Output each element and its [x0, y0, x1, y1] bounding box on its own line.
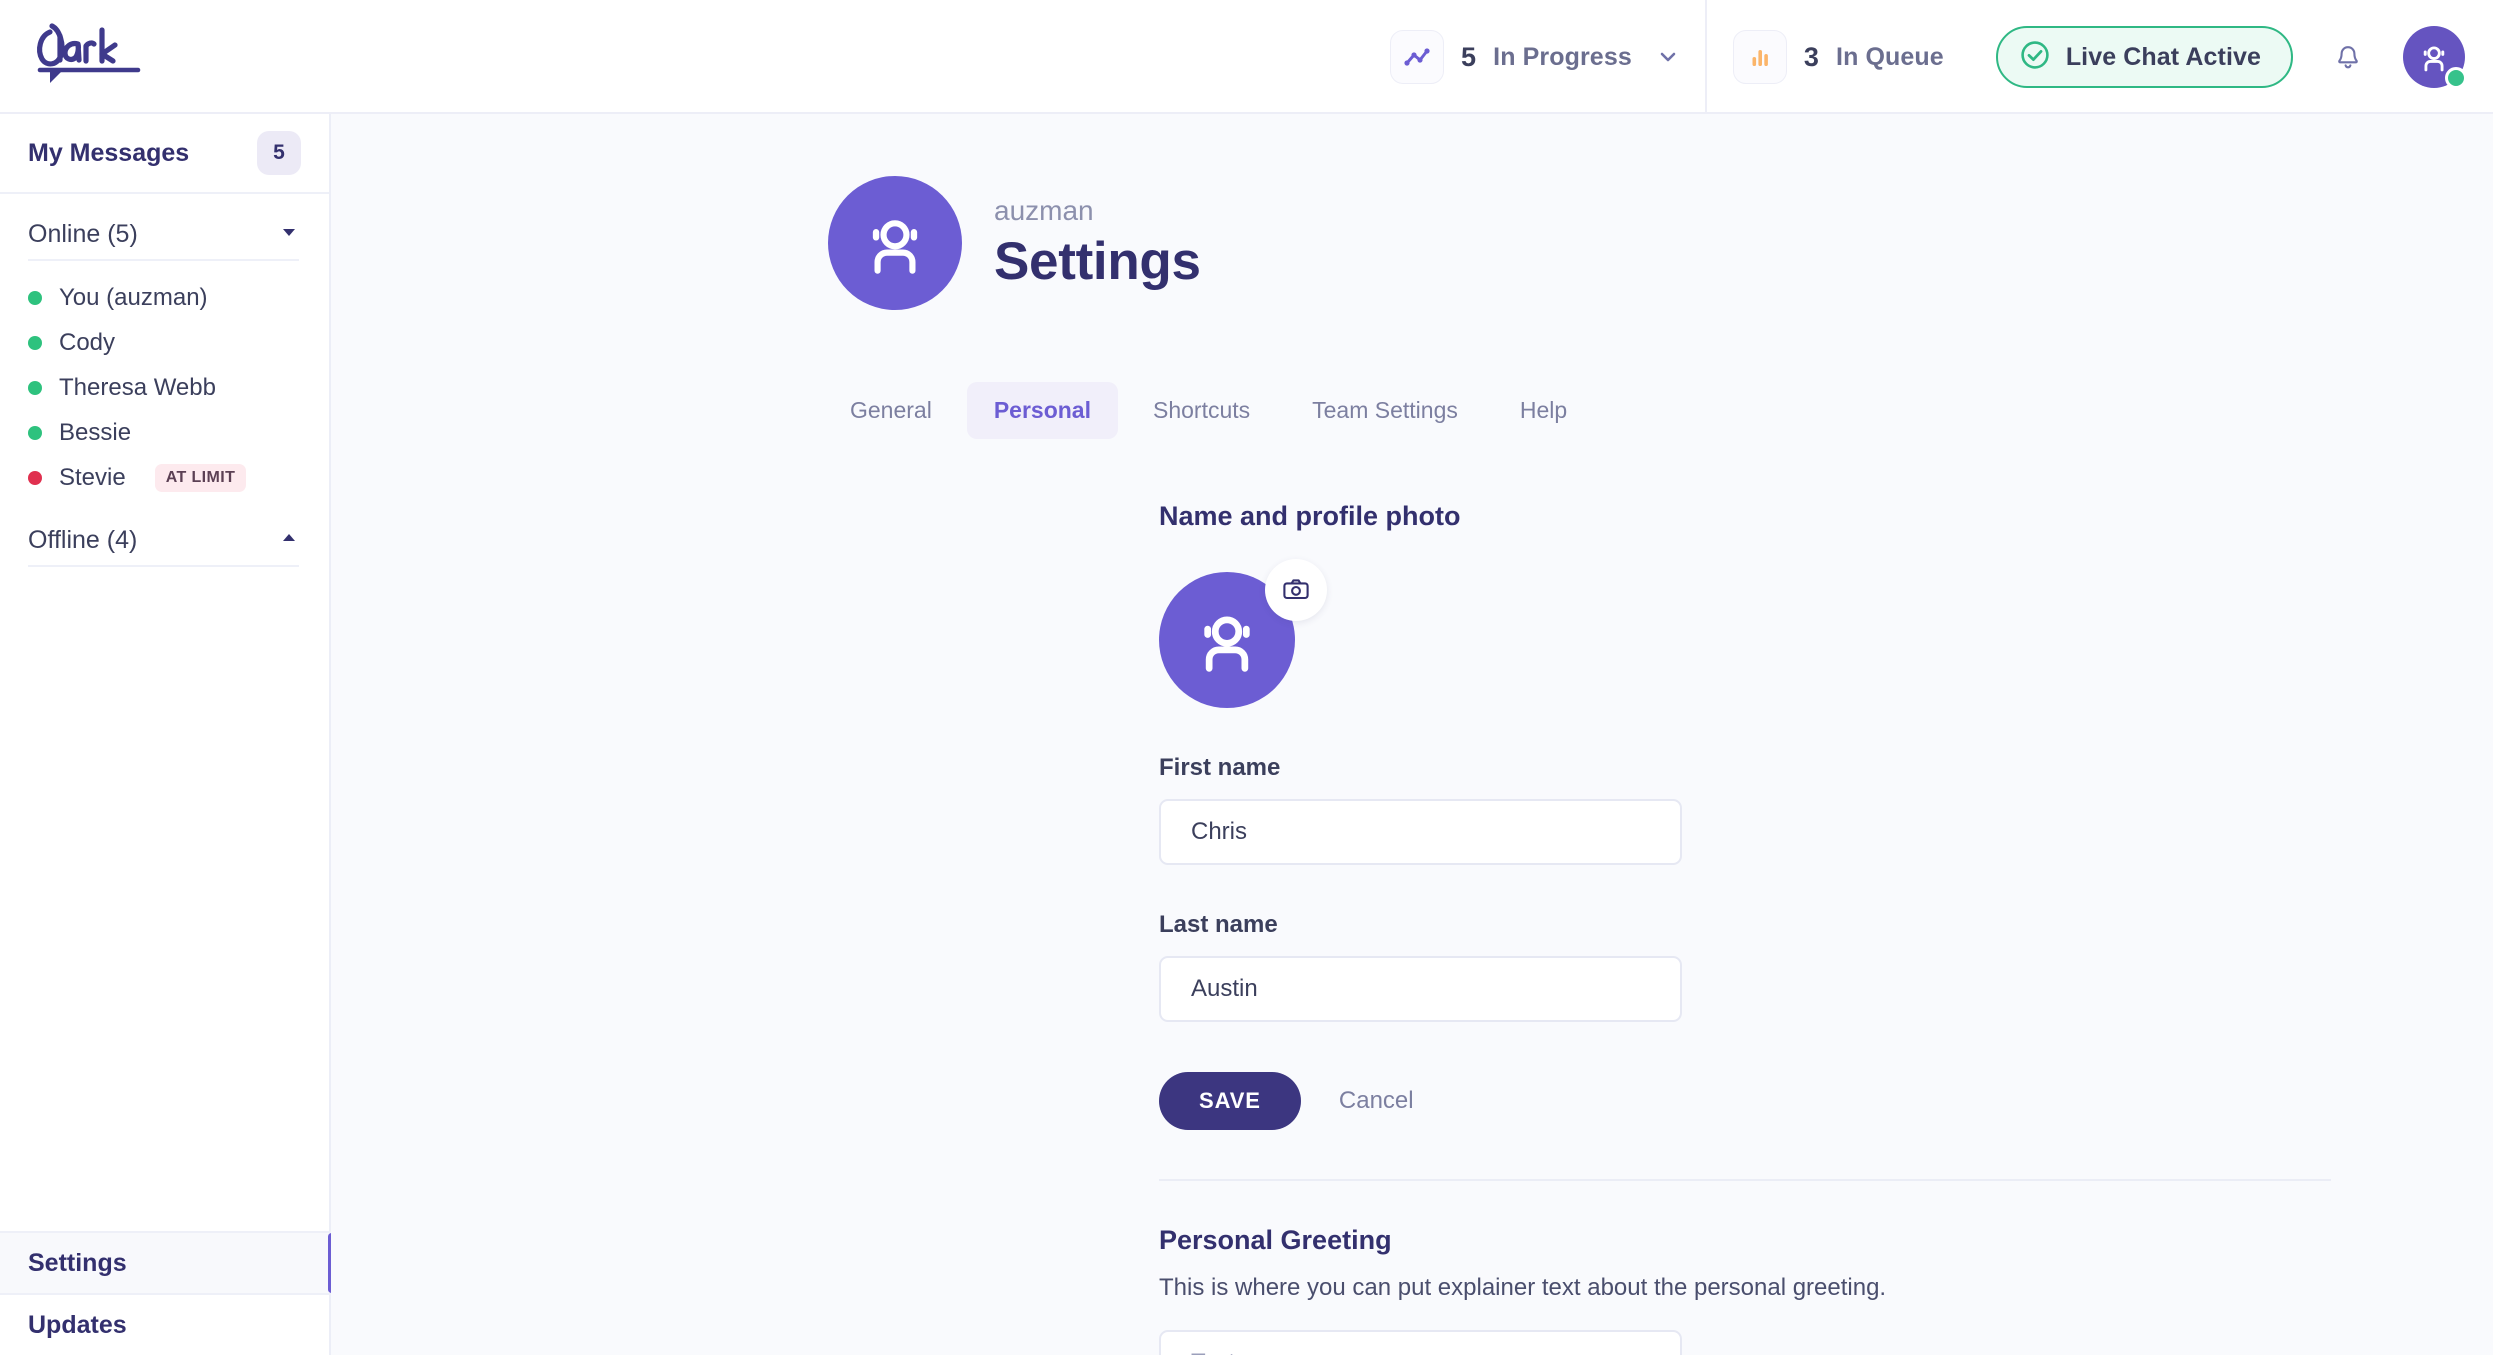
camera-icon	[1283, 579, 1309, 600]
presence-dot	[28, 425, 42, 440]
account-avatar[interactable]	[2403, 26, 2467, 89]
in-progress-count: 5	[1460, 41, 1477, 72]
sidebar: My Messages 5 Online (5) You (auzman) Co…	[0, 114, 335, 1355]
in-queue-count: 3	[1803, 41, 1820, 72]
person-name: Theresa Webb	[59, 373, 216, 401]
sidebar-group-online-title: Online (5)	[28, 220, 138, 248]
settings-tabs: General Personal Shortcuts Team Settings…	[331, 310, 2493, 439]
person-name: Bessie	[59, 418, 132, 446]
status-badge: AT LIMIT	[154, 463, 247, 492]
tab-shortcuts[interactable]: Shortcuts	[1126, 382, 1277, 439]
person-name: You (auzman)	[59, 283, 208, 311]
sidebar-item-label: Updates	[28, 1310, 127, 1339]
sidebar-item-label: Settings	[28, 1248, 127, 1277]
person-headset-icon	[1204, 616, 1250, 672]
last-name-field[interactable]: Austin	[1159, 956, 1682, 1022]
sidebar-group-online-header[interactable]: Online (5)	[0, 194, 329, 259]
person-name: Cody	[59, 328, 116, 356]
profile-photo-block	[1159, 559, 1327, 708]
presence-dot-online	[2445, 67, 2467, 89]
in-queue-label: In Queue	[1836, 42, 1944, 71]
sidebar-item-my-messages[interactable]: My Messages 5	[0, 114, 329, 194]
sidebar-bottom-nav: Settings Updates	[0, 1231, 335, 1355]
sidebar-group-online: Online (5) You (auzman) Cody Theresa Web…	[0, 194, 329, 500]
list-item[interactable]: Theresa Webb	[0, 365, 329, 410]
last-name-label: Last name	[1159, 911, 1278, 938]
live-chat-status-label: Live Chat Active	[2065, 42, 2261, 71]
list-item[interactable]: Bessie	[0, 410, 329, 455]
person-headset-icon	[872, 220, 918, 274]
presence-dot	[28, 290, 42, 305]
change-photo-button[interactable]	[1265, 559, 1327, 621]
chevron-up-icon[interactable]	[279, 528, 299, 553]
presence-dot	[28, 335, 42, 350]
list-item[interactable]: You (auzman)	[0, 275, 329, 320]
check-circle-icon	[2020, 40, 2050, 75]
sidebar-group-offline: Offline (4)	[0, 500, 329, 567]
in-progress-label: In Progress	[1493, 42, 1632, 71]
list-item[interactable]: Cody	[0, 320, 329, 365]
chevron-down-icon[interactable]	[279, 222, 299, 247]
personal-greeting-description: This is where you can put explainer text…	[1159, 1274, 1887, 1301]
tab-personal[interactable]: Personal	[966, 382, 1118, 439]
sidebar-online-people-list: You (auzman) Cody Theresa Webb Bessie St…	[0, 261, 329, 500]
stat-in-progress[interactable]: 5 In Progress	[1364, 30, 1705, 84]
stat-in-queue[interactable]: 3 In Queue	[1707, 30, 1970, 84]
list-item[interactable]: Stevie AT LIMIT	[0, 455, 329, 500]
save-button[interactable]: SAVE	[1159, 1072, 1301, 1130]
personal-settings-panel: Name and profile photo First name Chris	[331, 439, 2493, 1355]
presence-dot	[28, 470, 42, 485]
sidebar-item-updates[interactable]: Updates	[0, 1293, 331, 1355]
top-bar-right-controls: 5 In Progress 3 In Queue Live Chat Activ…	[1364, 0, 2467, 114]
line-chart-icon	[1389, 30, 1444, 84]
section-title-name-and-photo: Name and profile photo	[1159, 501, 1461, 531]
olark-logo[interactable]	[30, 20, 148, 92]
cancel-button[interactable]: Cancel	[1339, 1087, 1414, 1115]
person-name: Stevie	[59, 463, 126, 491]
page-title: Settings	[994, 231, 1201, 291]
my-messages-count-badge: 5	[257, 131, 301, 175]
sidebar-item-settings[interactable]: Settings	[0, 1231, 335, 1293]
notifications-bell-icon[interactable]	[2315, 24, 2381, 90]
first-name-field[interactable]: Chris	[1159, 799, 1682, 865]
bar-chart-icon	[1732, 30, 1787, 84]
tab-general[interactable]: General	[823, 382, 959, 439]
first-name-label: First name	[1159, 754, 1281, 781]
tab-team-settings[interactable]: Team Settings	[1285, 382, 1485, 439]
chevron-down-icon[interactable]	[1657, 46, 1679, 68]
main-content: auzman Settings General Personal Shortcu…	[331, 114, 2493, 1355]
section-divider	[1159, 1179, 2331, 1181]
presence-dot	[28, 380, 42, 395]
personal-greeting-input[interactable]: Text	[1159, 1330, 1682, 1355]
live-chat-status-pill[interactable]: Live Chat Active	[1995, 26, 2293, 88]
page-avatar	[828, 176, 962, 310]
top-bar: 5 In Progress 3 In Queue Live Chat Activ…	[0, 0, 2493, 114]
page-title-block: auzman Settings	[994, 195, 1201, 292]
sidebar-group-offline-header[interactable]: Offline (4)	[0, 500, 329, 565]
sidebar-group-offline-title: Offline (4)	[28, 526, 138, 554]
page-header: auzman Settings	[331, 114, 2493, 310]
tab-help[interactable]: Help	[1493, 382, 1594, 439]
form-actions: SAVE Cancel	[1159, 1072, 2493, 1130]
sidebar-group-divider	[28, 565, 299, 567]
breadcrumb: auzman	[994, 194, 1094, 226]
my-messages-label: My Messages	[28, 138, 190, 167]
section-title-personal-greeting: Personal Greeting	[1159, 1225, 1392, 1255]
